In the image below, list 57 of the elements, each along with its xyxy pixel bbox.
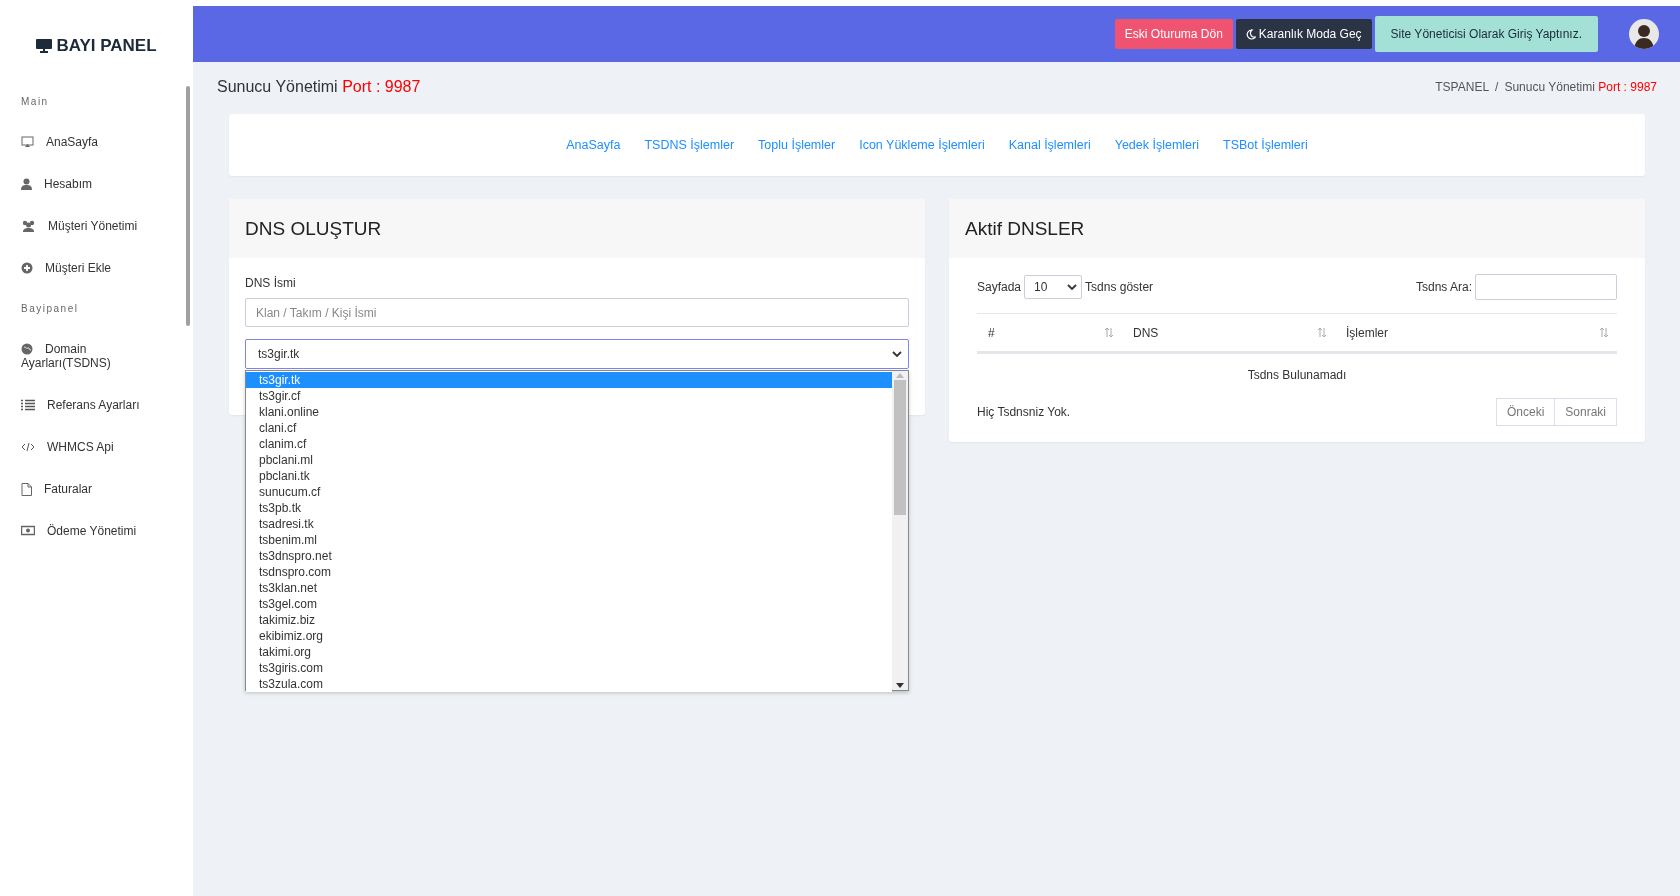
scroll-up-icon[interactable] [896,373,904,378]
scroll-down-icon[interactable] [896,683,904,688]
sidebar-item[interactable]: WHMCS Api [21,440,163,454]
sidebar-item[interactable]: Faturalar [21,482,163,496]
domain-select[interactable]: ts3gir.tk [245,339,909,369]
empty-message: Tsdns Bulunamadı [1247,368,1347,382]
chevron-down-icon [892,350,902,358]
card-title: Aktif DNSLER [949,199,1645,258]
sidebar-item[interactable]: Müşteri Ekle [21,261,163,275]
column-header[interactable]: DNS [1122,314,1335,351]
sidebar-item[interactable]: Ödeme Yönetimi [21,524,163,538]
sidebar-item-icon [21,178,32,190]
card-title: DNS OLUŞTUR [229,199,925,258]
avatar[interactable] [1629,19,1659,49]
search-input[interactable] [1475,274,1617,300]
sidebar-item-icon [21,399,35,411]
sidebar-item[interactable]: Hesabım [21,177,163,191]
sidebar-item-icon [21,441,35,453]
moon-icon [1245,28,1256,40]
monitor-icon [36,39,53,53]
chevron-down-icon [1067,283,1078,291]
sidebar-item[interactable]: Referans Ayarları [21,398,163,412]
search-label: Tsdns Ara: [1415,280,1472,294]
brand-title: BAYI PANEL [56,36,157,56]
table-info: Hiç Tsdnsniz Yok. [977,405,1071,419]
scrollbar[interactable] [892,371,908,690]
column-header[interactable]: # [977,314,1122,351]
sidebar-item-icon [21,483,32,495]
pager-button[interactable]: Önceki [1495,398,1556,426]
sort-icon [1599,327,1609,338]
field-label: DNS İsmi [245,276,297,290]
scrollbar[interactable] [186,86,190,326]
breadcrumb-current: Sunucu Yönetimi Port : 9987 [1504,80,1657,94]
page-size-select[interactable]: 10 [1024,275,1083,299]
sidebar-item[interactable]: Domain Ayarları(TSDNS) [21,342,163,370]
page-size-suffix: Tsdns göster [1085,280,1154,294]
header-button[interactable]: Karanlık Moda Geç [1235,19,1372,49]
header-button[interactable]: Site Yöneticisi Olarak Giriş Yaptınız. [1374,16,1598,52]
column-header[interactable]: İşlemler [1335,314,1617,351]
breadcrumb-link[interactable]: TSPANEL [1435,80,1490,94]
pager-button[interactable]: Sonraki [1554,398,1617,426]
sidebar-item-icon [21,262,33,274]
sort-icon [1317,327,1327,338]
sidebar-item-icon [21,525,35,537]
sidebar-item-icon [21,343,33,355]
sidebar-section-title: Main [20,96,50,107]
page-title: Sunucu Yönetimi Port : 9987 [217,78,421,96]
dropdown-option[interactable]: ts3zula.com [246,676,892,692]
page-size-label: Sayfada [977,280,1022,294]
sidebar-item-icon [21,220,36,232]
sort-icon [1104,327,1114,338]
sidebar-item[interactable]: Müşteri Yönetimi [21,219,163,233]
name-input[interactable]: Klan / Takım / Kişi İsmi [245,298,909,327]
sidebar-item[interactable]: AnaSayfa [21,135,163,149]
sidebar-item-icon [21,136,34,148]
sidebar-section-title: Bayipanel [20,303,80,314]
breadcrumb-separator: / [1495,80,1499,94]
